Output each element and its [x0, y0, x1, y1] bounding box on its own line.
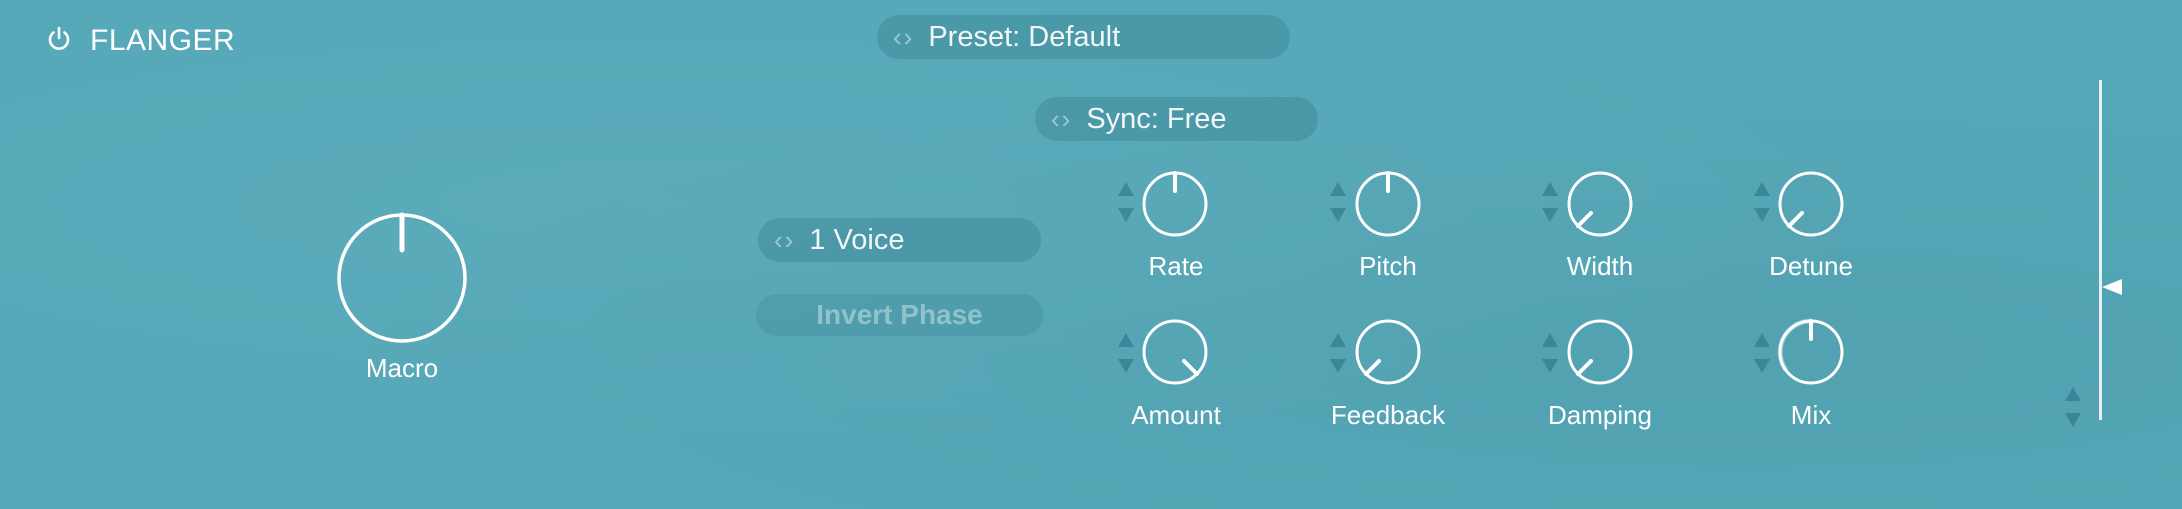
up-down-stepper-icon[interactable]: [1752, 331, 1772, 375]
knob-label-width: Width: [1566, 251, 1634, 281]
preset-label: Preset: Default: [928, 20, 1121, 53]
damping-knob[interactable]: [1566, 318, 1634, 386]
up-down-stepper-icon[interactable]: [1116, 180, 1136, 224]
plugin-title: FLANGER: [90, 24, 236, 57]
mix-knob[interactable]: [1777, 318, 1845, 386]
voice-label: 1 Voice: [809, 223, 905, 256]
amount-knob[interactable]: [1141, 318, 1209, 386]
feedback-knob[interactable]: [1354, 318, 1422, 386]
up-down-stepper-icon[interactable]: [1116, 331, 1136, 375]
sync-label: Sync: Free: [1086, 102, 1227, 135]
power-icon[interactable]: [46, 26, 72, 52]
knob-label-feedback: Feedback: [1330, 400, 1446, 430]
knob-label-damping: Damping: [1547, 400, 1653, 430]
knob-label-rate: Rate: [1148, 251, 1204, 281]
up-down-stepper-icon[interactable]: [1540, 180, 1560, 224]
detune-knob[interactable]: [1777, 170, 1845, 238]
knob-label-detune: Detune: [1769, 251, 1853, 281]
sync-selector[interactable]: ‹› Sync: Free: [1035, 97, 1318, 141]
knob-label-mix: Mix: [1790, 400, 1832, 430]
prev-next-arrows-icon[interactable]: ‹›: [1051, 104, 1072, 135]
up-down-stepper-icon[interactable]: [1540, 331, 1560, 375]
level-slider-handle[interactable]: [2102, 276, 2124, 298]
up-down-stepper-icon[interactable]: [1328, 180, 1348, 224]
flanger-panel: FLANGER ‹› Preset: Default ‹› Sync: Free…: [0, 0, 2182, 509]
level-slider-track[interactable]: [2099, 80, 2102, 420]
voice-selector[interactable]: ‹› 1 Voice: [758, 218, 1041, 262]
up-down-stepper-icon[interactable]: [2063, 385, 2083, 429]
knob-label-amount: Amount: [1131, 400, 1221, 430]
prev-next-arrows-icon[interactable]: ‹›: [893, 22, 914, 53]
preset-selector[interactable]: ‹› Preset: Default: [877, 15, 1290, 59]
knob-label-pitch: Pitch: [1359, 251, 1417, 281]
up-down-stepper-icon[interactable]: [1752, 180, 1772, 224]
width-knob[interactable]: [1566, 170, 1634, 238]
macro-label: Macro: [365, 353, 439, 383]
invert-phase-button[interactable]: Invert Phase: [756, 294, 1043, 336]
macro-knob[interactable]: [336, 212, 468, 344]
prev-next-arrows-icon[interactable]: ‹›: [774, 225, 795, 256]
pitch-knob[interactable]: [1354, 170, 1422, 238]
up-down-stepper-icon[interactable]: [1328, 331, 1348, 375]
rate-knob[interactable]: [1141, 170, 1209, 238]
